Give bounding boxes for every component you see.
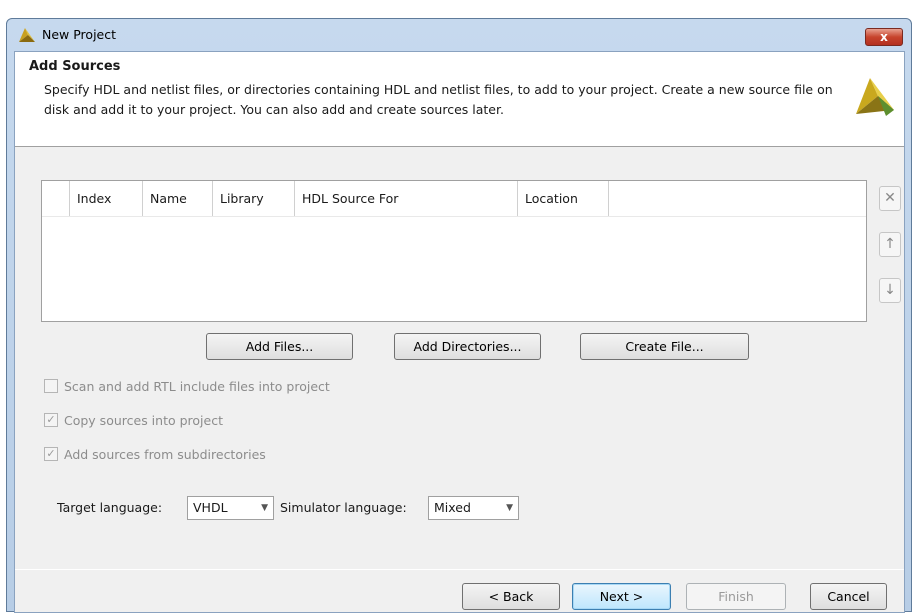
cancel-button[interactable]: Cancel xyxy=(810,583,887,610)
finish-button[interactable]: Finish xyxy=(686,583,786,610)
copy-sources-option[interactable]: ✓ Copy sources into project xyxy=(44,411,223,429)
target-language-select[interactable]: VHDL ▼ xyxy=(187,496,274,520)
page-title: Add Sources xyxy=(29,59,121,74)
close-button[interactable]: x xyxy=(865,28,903,46)
table-header: Index Name Library HDL Source For Locati… xyxy=(42,181,609,217)
title-bar[interactable]: New Project x xyxy=(7,19,911,51)
simulator-language-value: Mixed xyxy=(434,500,471,515)
add-directories-button[interactable]: Add Directories... xyxy=(394,333,541,360)
move-down-button[interactable]: ↓ xyxy=(879,278,901,303)
vivado-logo-icon xyxy=(856,78,894,116)
table-header-divider xyxy=(42,216,866,217)
create-file-button[interactable]: Create File... xyxy=(580,333,749,360)
column-header-index[interactable]: Index xyxy=(70,181,143,217)
subdirectories-checkbox[interactable]: ✓ xyxy=(44,447,58,461)
page-header: Add Sources Specify HDL and netlist file… xyxy=(15,52,904,147)
scan-rtl-option[interactable]: Scan and add RTL include files into proj… xyxy=(44,377,330,395)
target-language-value: VHDL xyxy=(193,500,228,515)
column-header-select[interactable] xyxy=(42,181,70,217)
add-files-button[interactable]: Add Files... xyxy=(206,333,353,360)
copy-sources-checkbox[interactable]: ✓ xyxy=(44,413,58,427)
subdirectories-label: Add sources from subdirectories xyxy=(64,446,266,462)
copy-sources-label: Copy sources into project xyxy=(64,412,223,428)
back-button[interactable]: < Back xyxy=(462,583,560,610)
scan-rtl-checkbox[interactable] xyxy=(44,379,58,393)
next-button[interactable]: Next > xyxy=(572,583,671,610)
chevron-down-icon: ▼ xyxy=(506,503,513,513)
chevron-down-icon: ▼ xyxy=(261,503,268,513)
subdirectories-option[interactable]: ✓ Add sources from subdirectories xyxy=(44,445,266,463)
dialog-body: Add Sources Specify HDL and netlist file… xyxy=(14,51,905,613)
simulator-language-select[interactable]: Mixed ▼ xyxy=(428,496,519,520)
sources-table[interactable]: Index Name Library HDL Source For Locati… xyxy=(41,180,867,322)
window-title: New Project xyxy=(42,27,117,42)
scan-rtl-label: Scan and add RTL include files into proj… xyxy=(64,378,330,394)
column-header-location[interactable]: Location xyxy=(518,181,609,217)
move-up-button[interactable]: ↑ xyxy=(879,232,901,257)
remove-source-button[interactable]: ✕ xyxy=(879,186,901,211)
simulator-language-label: Simulator language: xyxy=(280,500,407,515)
target-language-label: Target language: xyxy=(57,500,163,515)
column-header-library[interactable]: Library xyxy=(213,181,295,217)
vivado-logo-icon xyxy=(19,28,35,42)
page-description: Specify HDL and netlist files, or direct… xyxy=(44,82,833,117)
column-header-hdl-source-for[interactable]: HDL Source For xyxy=(295,181,518,217)
new-project-window: New Project x Add Sources Specify HDL an… xyxy=(6,18,912,613)
footer-separator xyxy=(15,569,904,570)
column-header-name[interactable]: Name xyxy=(143,181,213,217)
